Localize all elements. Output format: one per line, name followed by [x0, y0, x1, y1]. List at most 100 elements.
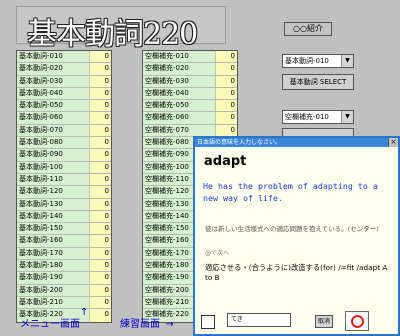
list-row[interactable]: 基本動詞-120 0 — [17, 186, 111, 199]
row-score: 0 — [89, 235, 111, 247]
list-row[interactable]: 空欄補充-020 0 — [143, 63, 237, 76]
arrow-right-icon: → — [165, 319, 174, 330]
list-row[interactable]: 基本動詞-190 0 — [17, 272, 111, 285]
list-row[interactable]: 空欄補充-010 0 — [143, 51, 237, 64]
row-label: 空欄補充-060 — [143, 112, 215, 124]
cancel-button[interactable]: 取消 — [315, 315, 333, 328]
check-box[interactable] — [201, 315, 215, 329]
row-score: 0 — [89, 247, 111, 260]
row-label: 基本動詞-170 — [17, 247, 89, 260]
meaning-text: 適応させる・(合うように)改造する(for) /=fit /adapt A to… — [205, 263, 388, 282]
row-score: 0 — [89, 149, 111, 161]
row-score: 0 — [215, 124, 237, 137]
row-score: 0 — [89, 284, 111, 296]
menu-screen-link[interactable]: メニュー画面 — [20, 315, 80, 330]
target-word: adapt — [204, 154, 247, 169]
row-label: 基本動詞-130 — [17, 198, 89, 210]
list-row[interactable]: 基本動詞-210 0 — [17, 296, 111, 310]
list-row[interactable]: 基本動詞-170 0 — [17, 247, 111, 261]
arrow-up-icon: ↑ — [80, 307, 89, 318]
list-row[interactable]: 基本動詞-130 0 — [17, 198, 111, 211]
list-row[interactable]: 基本動詞-160 0 — [17, 235, 111, 248]
row-label: 基本動詞-190 — [17, 272, 89, 284]
verb-list: 基本動詞-010 0 基本動詞-020 0 基本動詞-030 0 基本動詞-040 0 基本動詞… — [16, 50, 112, 323]
row-score: 0 — [89, 296, 111, 309]
basic-verb-select[interactable]: 基本動詞-010 ▼ — [282, 54, 354, 68]
row-score: 0 — [215, 63, 237, 75]
row-score: 0 — [89, 51, 111, 63]
list-row[interactable]: 空欄補充-040 0 — [143, 87, 237, 101]
list-row[interactable]: 基本動詞-180 0 — [17, 260, 111, 273]
list-row[interactable]: 基本動詞-040 0 — [17, 87, 111, 101]
row-score: 0 — [89, 186, 111, 198]
select-button[interactable]: 基本動詞 SELECT — [282, 74, 354, 90]
chevron-down-icon[interactable]: ▼ — [341, 55, 353, 67]
row-label: 基本動詞-200 — [17, 284, 89, 296]
list-row[interactable]: 基本動詞-110 0 — [17, 173, 111, 187]
row-score: 0 — [89, 87, 111, 100]
question-dialog: 日本語の意味を入力しなさい。 × adapt He has the proble… — [193, 136, 400, 336]
row-label: 基本動詞-050 — [17, 100, 89, 112]
blank-fill-select[interactable]: 空欄補充-010 ▼ — [282, 110, 354, 124]
list-row[interactable]: 基本動詞-140 0 — [17, 210, 111, 224]
list-row[interactable]: 基本動詞-020 0 — [17, 63, 111, 76]
practice-screen-link[interactable]: 練習画面 → — [120, 315, 174, 330]
row-score: 0 — [89, 75, 111, 87]
app-title: 基本動詞220 — [27, 17, 198, 52]
row-score: 0 — [215, 87, 237, 100]
row-label: 基本動詞-110 — [17, 173, 89, 186]
row-label: 基本動詞-140 — [17, 210, 89, 223]
row-score: 0 — [215, 75, 237, 87]
row-score: 0 — [89, 223, 111, 235]
row-score: 0 — [89, 309, 111, 322]
row-label: 基本動詞-040 — [17, 87, 89, 100]
correct-mark[interactable] — [345, 311, 369, 331]
blank-fill-select-value: 空欄補充-010 — [285, 113, 329, 121]
row-score: 0 — [89, 161, 111, 173]
list-row[interactable]: 基本動詞-150 0 — [17, 223, 111, 236]
example-english: He has the problem of adapting to a new … — [203, 181, 378, 203]
row-score: 0 — [89, 260, 111, 272]
list-row[interactable]: 基本動詞-010 0 — [17, 51, 111, 64]
row-score: 0 — [89, 198, 111, 210]
title-frame: 基本動詞220 — [16, 6, 226, 52]
row-label: 基本動詞-210 — [17, 296, 89, 309]
list-row[interactable]: 基本動詞-050 0 — [17, 100, 111, 113]
row-label: 基本動詞-090 — [17, 149, 89, 161]
circle-icon — [351, 315, 364, 328]
row-score: 0 — [89, 210, 111, 223]
row-label: 空欄補充-070 — [143, 124, 215, 137]
hint-text: @で次へ — [205, 250, 230, 257]
list-row[interactable]: 空欄補充-060 0 — [143, 112, 237, 125]
list-row[interactable]: 空欄補充-030 0 — [143, 75, 237, 88]
list-row[interactable]: 基本動詞-100 0 — [17, 161, 111, 174]
row-label: 基本動詞-080 — [17, 137, 89, 149]
row-label: 基本動詞-100 — [17, 161, 89, 173]
list-row[interactable]: 基本動詞-070 0 — [17, 124, 111, 138]
row-label: 基本動詞-070 — [17, 124, 89, 137]
row-label: 基本動詞-030 — [17, 75, 89, 87]
row-label: 基本動詞-010 — [17, 51, 89, 63]
row-label: 基本動詞-020 — [17, 63, 89, 75]
row-label: 空欄補充-010 — [143, 51, 215, 63]
answer-input[interactable]: てき — [227, 313, 291, 327]
row-label: 基本動詞-150 — [17, 223, 89, 235]
list-row[interactable]: 基本動詞-080 0 — [17, 137, 111, 150]
list-row[interactable]: 基本動詞-030 0 — [17, 75, 111, 88]
row-label: 基本動詞-120 — [17, 186, 89, 198]
row-score: 0 — [89, 124, 111, 137]
chevron-down-icon[interactable]: ▼ — [341, 111, 353, 123]
row-score: 0 — [89, 137, 111, 149]
close-icon[interactable]: × — [388, 138, 398, 147]
list-row[interactable]: 基本動詞-200 0 — [17, 284, 111, 297]
intro-button[interactable]: ○○紹介 — [284, 22, 332, 36]
row-score: 0 — [89, 272, 111, 284]
list-row[interactable]: 基本動詞-060 0 — [17, 112, 111, 125]
row-score: 0 — [89, 100, 111, 112]
row-score: 0 — [215, 112, 237, 124]
list-row[interactable]: 基本動詞-090 0 — [17, 149, 111, 162]
list-row[interactable]: 空欄補充-050 0 — [143, 100, 237, 113]
row-label: 基本動詞-180 — [17, 260, 89, 272]
row-label: 空欄補充-050 — [143, 100, 215, 112]
practice-screen-label: 練習画面 — [120, 319, 160, 330]
